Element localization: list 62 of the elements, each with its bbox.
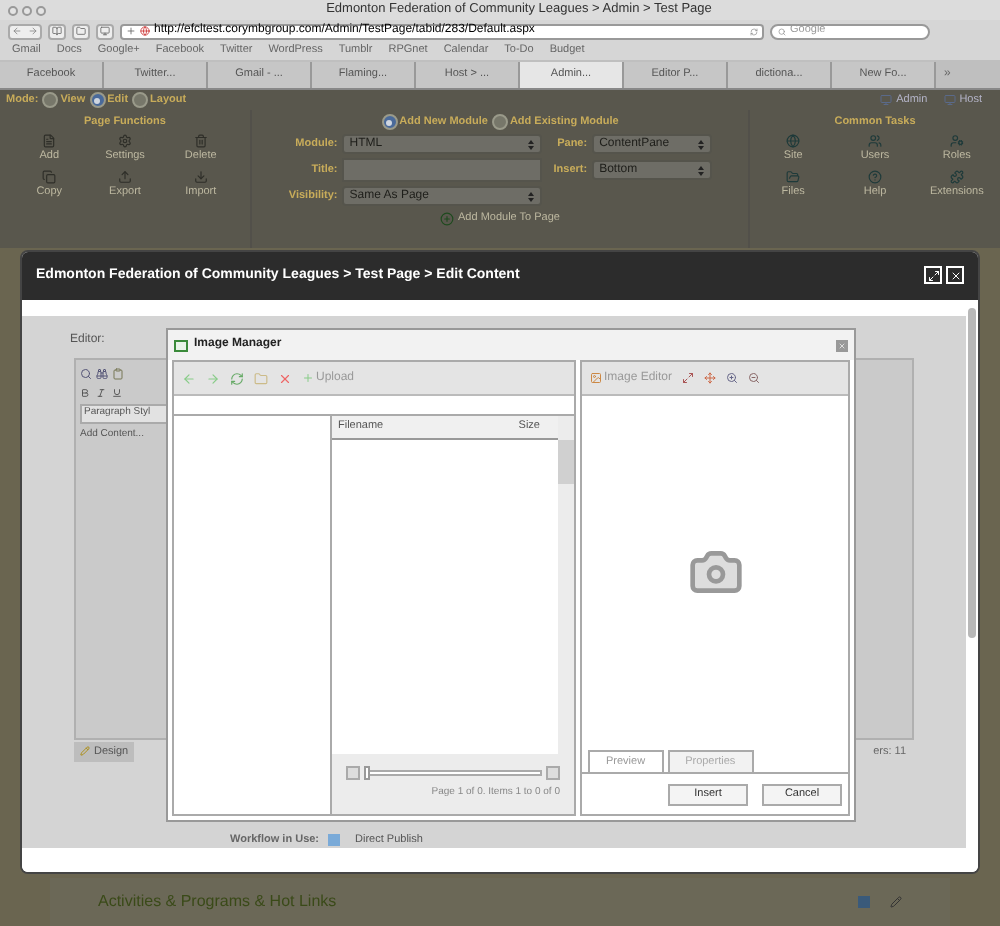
monitor-icon: [943, 94, 956, 106]
image-edit-icon: [590, 372, 602, 384]
dropdown-arrows-icon: [527, 191, 534, 202]
folder-icon[interactable]: [254, 371, 268, 385]
scroll-left-button[interactable]: [346, 766, 360, 781]
reload-icon[interactable]: [750, 27, 758, 35]
reader-icon[interactable]: [48, 23, 66, 39]
forward-icon[interactable]: [206, 371, 220, 385]
common-task-icon[interactable]: [786, 169, 801, 183]
radio-button[interactable]: [132, 92, 149, 108]
close-icon[interactable]: [946, 266, 964, 285]
page-function-icon[interactable]: [118, 169, 132, 183]
move-icon[interactable]: [704, 372, 717, 384]
radio-button[interactable]: [89, 92, 106, 108]
maximize-icon[interactable]: [924, 266, 942, 285]
search-icon: [778, 27, 786, 35]
underline-icon[interactable]: [112, 388, 122, 399]
page-function-icon[interactable]: [42, 134, 57, 149]
scroll-right-button[interactable]: [546, 766, 560, 781]
edit-icon[interactable]: [890, 896, 902, 908]
dropdown-arrows-icon: [697, 165, 704, 176]
page-icon[interactable]: [96, 23, 114, 39]
folder-icon[interactable]: [72, 23, 90, 39]
globe-icon: [140, 26, 150, 36]
upload-icon: [302, 372, 314, 384]
pencil-icon: [80, 746, 90, 757]
radio-button[interactable]: [491, 114, 508, 131]
text-field[interactable]: [341, 158, 542, 183]
common-task-icon[interactable]: [786, 134, 801, 149]
zoom-out-icon[interactable]: [748, 372, 761, 384]
find-icon[interactable]: [80, 367, 92, 380]
zoom-in-icon[interactable]: [726, 372, 739, 384]
slider-thumb[interactable]: [364, 766, 370, 781]
back-icon[interactable]: [12, 26, 23, 36]
page-function-icon[interactable]: [118, 134, 132, 149]
add-icon[interactable]: [440, 211, 455, 226]
section-heading: Activities & Programs & Hot Links: [98, 890, 337, 914]
italic-icon[interactable]: [96, 388, 106, 399]
common-task-icon[interactable]: [868, 134, 882, 149]
page-function-icon[interactable]: [193, 169, 208, 183]
common-task-icon[interactable]: [949, 134, 964, 149]
page-function-icon[interactable]: [42, 169, 57, 183]
image-manager-icon: [174, 339, 188, 351]
binoculars-icon[interactable]: [96, 367, 108, 380]
forward-icon[interactable]: [27, 26, 38, 36]
info-icon: [858, 896, 870, 908]
page-function-icon[interactable]: [193, 134, 208, 149]
common-task-icon[interactable]: [949, 169, 964, 183]
common-task-icon[interactable]: [868, 169, 882, 183]
refresh-icon[interactable]: [230, 371, 244, 385]
info-icon: [327, 833, 340, 846]
delete-icon[interactable]: [278, 371, 292, 385]
dropdown-arrows-icon: [527, 139, 534, 150]
dropdown-arrows-icon: [697, 139, 704, 150]
paste-icon[interactable]: [112, 367, 124, 380]
pager-slider[interactable]: [364, 766, 542, 781]
bold-icon[interactable]: [80, 388, 90, 399]
back-icon[interactable]: [182, 371, 196, 385]
plus-icon[interactable]: [126, 26, 136, 36]
radio-button[interactable]: [381, 114, 398, 131]
monitor-icon: [880, 94, 893, 106]
radio-button[interactable]: [42, 92, 59, 108]
